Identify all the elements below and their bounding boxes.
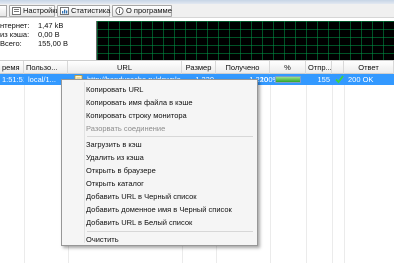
statistics-button[interactable]: Статистика bbox=[57, 5, 110, 17]
column-received[interactable]: Получено bbox=[216, 61, 270, 74]
column-divider bbox=[270, 74, 271, 263]
menu-item-copy-url[interactable]: Копировать URL bbox=[64, 83, 255, 96]
menu-item-add-domain-blacklist[interactable]: Добавить доменное имя в Черный список bbox=[64, 203, 255, 216]
menu-item-label: Добавить URL в Белый список bbox=[86, 218, 193, 227]
about-button-label: О программе bbox=[126, 6, 172, 15]
settings-button[interactable]: Настройки bbox=[9, 5, 60, 17]
menu-item-open-folder[interactable]: Открыть каталог bbox=[64, 177, 255, 190]
column-size[interactable]: Размер bbox=[182, 61, 216, 74]
cell-sent: 155 bbox=[317, 75, 330, 84]
table-header: ремя Пользо... URL Размер Получено % Отп… bbox=[0, 60, 394, 74]
menu-item-remove-from-cache[interactable]: Удалить из кэша bbox=[64, 151, 255, 164]
menu-item-open-in-browser[interactable]: Открыть в браузере bbox=[64, 164, 255, 177]
info-icon bbox=[115, 7, 124, 15]
menu-item-label: Разорвать соединение bbox=[86, 124, 166, 133]
menu-item-label: Удалить из кэша bbox=[86, 153, 144, 162]
menu-item-clear[interactable]: Очистить bbox=[64, 233, 255, 246]
column-time[interactable]: ремя bbox=[0, 61, 24, 74]
download-progress-bar bbox=[275, 76, 301, 83]
menu-item-add-url-whitelist[interactable]: Добавить URL в Белый список bbox=[64, 216, 255, 229]
column-divider bbox=[306, 74, 307, 263]
stat-internet: нтернет: 1,47 kB bbox=[0, 21, 96, 30]
settings-button-label: Настройки bbox=[23, 6, 60, 15]
column-percent[interactable]: % bbox=[270, 61, 306, 74]
window-top-strip bbox=[0, 0, 394, 4]
check-icon bbox=[335, 75, 344, 84]
menu-item-copy-monitor-line[interactable]: Копировать строку монитора bbox=[64, 109, 255, 122]
column-divider bbox=[344, 74, 345, 263]
column-response[interactable]: Ответ bbox=[344, 61, 394, 74]
menu-item-load-to-cache[interactable]: Загрузить в кэш bbox=[64, 138, 255, 151]
menu-item-label: Загрузить в кэш bbox=[86, 140, 142, 149]
traffic-graph bbox=[96, 21, 394, 60]
stat-from-cache-value: 0,00 B bbox=[38, 30, 60, 39]
menu-item-add-url-blacklist[interactable]: Добавить URL в Черный список bbox=[64, 190, 255, 203]
stat-total-label: Всего: bbox=[0, 39, 22, 48]
statistics-icon bbox=[60, 7, 69, 15]
column-sent[interactable]: Отпр... bbox=[306, 61, 332, 74]
stat-internet-value: 1,47 kB bbox=[38, 21, 64, 30]
traffic-stats: нтернет: 1,47 kB из кэша: 0,00 B Всего: … bbox=[0, 19, 96, 60]
menu-item-copy-cache-filename[interactable]: Копировать имя файла в кэше bbox=[64, 96, 255, 109]
download-progress-fill bbox=[276, 77, 300, 82]
settings-icon bbox=[12, 7, 21, 15]
about-button[interactable]: О программе bbox=[112, 5, 172, 17]
context-menu: Копировать URL Копировать имя файла в кэ… bbox=[61, 79, 258, 246]
menu-item-label: Добавить URL в Черный список bbox=[86, 192, 197, 201]
menu-item-label: Очистить bbox=[86, 235, 119, 244]
menu-item-label: Открыть каталог bbox=[86, 179, 144, 188]
toolbar: Настройки Статистика О программе bbox=[0, 0, 394, 18]
menu-separator bbox=[87, 231, 253, 232]
column-url[interactable]: URL bbox=[68, 61, 182, 74]
cell-response: 200 OK bbox=[348, 75, 374, 84]
toolbar-overflow-button[interactable] bbox=[0, 5, 7, 17]
column-user[interactable]: Пользо... bbox=[24, 61, 68, 74]
menu-item-label: Копировать URL bbox=[86, 85, 144, 94]
menu-item-break-connection: Разорвать соединение bbox=[64, 122, 255, 135]
cell-time: 1:51:51 bbox=[2, 75, 24, 84]
column-divider bbox=[24, 74, 25, 263]
cell-percent: 100% bbox=[260, 75, 275, 84]
stat-from-cache: из кэша: 0,00 B bbox=[0, 30, 96, 39]
menu-item-label: Копировать строку монитора bbox=[86, 111, 187, 120]
statistics-button-label: Статистика bbox=[71, 6, 111, 15]
column-divider bbox=[332, 74, 333, 263]
stat-from-cache-label: из кэша: bbox=[0, 30, 30, 39]
column-status[interactable] bbox=[332, 61, 344, 74]
menu-item-label: Открыть в браузере bbox=[86, 166, 156, 175]
stat-internet-label: нтернет: bbox=[0, 21, 30, 30]
menu-item-label: Копировать имя файла в кэше bbox=[86, 98, 193, 107]
menu-separator bbox=[87, 136, 253, 137]
stat-total: Всего: 155,00 B bbox=[0, 39, 96, 48]
menu-item-label: Добавить доменное имя в Черный список bbox=[86, 205, 232, 214]
stat-total-value: 155,00 B bbox=[38, 39, 69, 48]
